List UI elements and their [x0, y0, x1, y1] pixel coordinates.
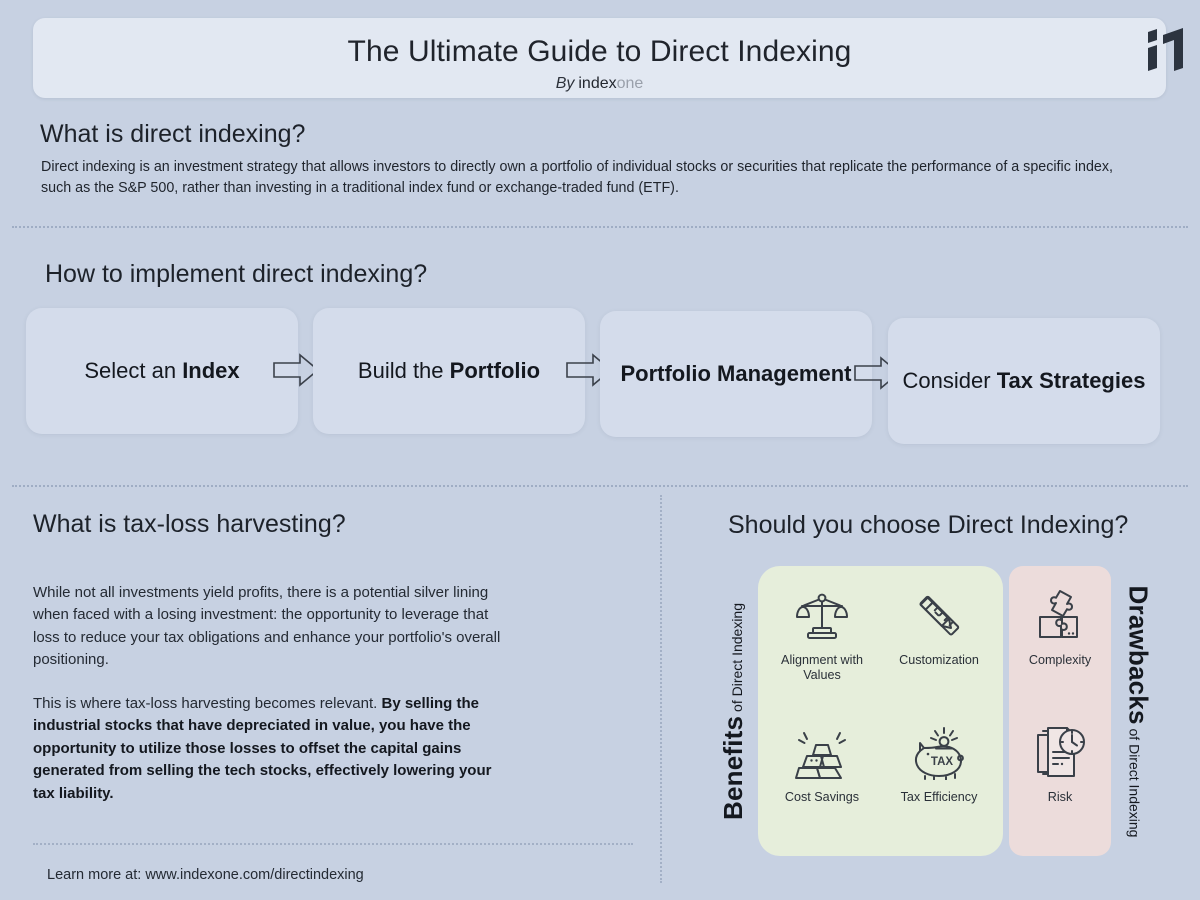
flow-step-2-prefix: Build the	[357, 358, 450, 383]
how-to-implement-title: How to implement direct indexing?	[45, 260, 428, 288]
drawback-item-risk-label: Risk	[1047, 790, 1073, 804]
what-is-direct-indexing-title: What is direct indexing?	[40, 120, 306, 148]
flow-step-2-strong: Portfolio	[449, 358, 541, 383]
drawback-item-complexity-label: Complexity	[1028, 653, 1092, 667]
benefit-item-tax-efficiency: TAX Tax Efficiency	[884, 722, 994, 805]
benefits-label-big: Benefits	[718, 715, 749, 820]
benefit-item-alignment-label: Alignment with Values	[781, 653, 863, 682]
divider-vertical	[660, 495, 662, 883]
byline: By indexone	[33, 74, 1166, 94]
benefits-vertical-label: Benefits of Direct Indexing	[716, 565, 752, 857]
flow-step-3-label: Portfolio Management	[610, 358, 861, 390]
tax-loss-harvesting-paragraph-1: While not all investments yield profits,…	[33, 584, 501, 669]
benefit-item-customization-label: Customization	[899, 653, 979, 667]
benefit-item-cost-savings: Cost Savings	[767, 722, 877, 805]
flow-step-2-label: Build the Portfolio	[348, 355, 550, 387]
flow-step-3[interactable]: Portfolio Management	[600, 311, 872, 437]
tlh-p2-plain: This is where tax-loss harvesting become…	[33, 695, 382, 712]
benefit-item-cost-savings-label: Cost Savings	[784, 790, 860, 804]
gold-bars-icon	[767, 722, 877, 784]
should-you-choose-title: Should you choose Direct Indexing?	[728, 511, 1129, 539]
what-is-direct-indexing-body: Direct indexing is an investment strateg…	[41, 159, 1113, 196]
drawback-item-complexity: Complexity	[1002, 585, 1118, 668]
balance-scale-icon	[767, 585, 877, 647]
flow-step-1-strong: Index	[182, 358, 240, 383]
learn-more-link[interactable]: Learn more at: www.indexone.com/directin…	[47, 865, 364, 885]
brand-index: index	[578, 75, 617, 92]
flow-step-1[interactable]: Select an Index	[26, 308, 298, 434]
tax-loss-harvesting-paragraph-2: This is where tax-loss harvesting become…	[33, 693, 505, 805]
flow-step-1-label: Select an Index	[74, 355, 249, 387]
flow-step-4-prefix: Consider	[902, 368, 997, 393]
tax-loss-harvesting-title: What is tax-loss harvesting?	[33, 510, 346, 538]
page-title: The Ultimate Guide to Direct Indexing	[347, 35, 852, 68]
drawback-item-risk: Risk	[1002, 722, 1118, 805]
divider-2	[12, 485, 1188, 487]
flow-step-4[interactable]: Consider Tax Strategies	[888, 318, 1160, 444]
byline-by: By	[555, 75, 575, 92]
piggy-bank-tax-icon: TAX	[884, 722, 994, 784]
indexone-logo-icon	[1138, 18, 1194, 76]
flow-step-1-prefix: Select an	[84, 358, 183, 383]
header-banner: The Ultimate Guide to Direct Indexing By…	[33, 18, 1166, 98]
benefits-label-small: of Direct Indexing	[729, 602, 746, 716]
brand-one: one	[616, 75, 644, 92]
flow-step-4-strong: Tax Strategies	[996, 368, 1146, 393]
drawbacks-vertical-label: Drawbacks of Direct Indexing	[1120, 565, 1156, 857]
ruler-pencil-icon	[884, 585, 994, 647]
benefit-item-tax-efficiency-label: Tax Efficiency	[900, 790, 978, 804]
infographic-page: The Ultimate Guide to Direct Indexing By…	[0, 0, 1200, 900]
drawbacks-label-big: Drawbacks	[1123, 585, 1154, 725]
drawbacks-label-small: of Direct Indexing	[1126, 724, 1143, 837]
benefit-item-alignment: Alignment with Values	[767, 585, 877, 683]
puzzle-pieces-icon	[1002, 585, 1118, 647]
divider-3	[33, 843, 633, 845]
document-clock-icon	[1002, 722, 1118, 784]
svg-text:TAX: TAX	[931, 756, 953, 768]
flow-step-3-strong: Portfolio Management	[620, 361, 852, 386]
benefit-item-customization: Customization	[884, 585, 994, 668]
divider-1	[12, 226, 1188, 228]
flow-step-2[interactable]: Build the Portfolio	[313, 308, 585, 434]
flow-step-4-label: Consider Tax Strategies	[893, 365, 1156, 397]
